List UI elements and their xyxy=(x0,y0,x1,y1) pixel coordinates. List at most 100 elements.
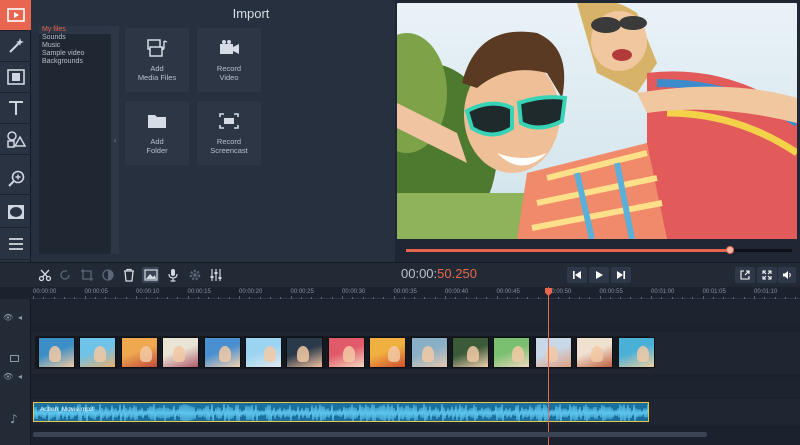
audio-clip[interactable]: Action_Movie.mp3 xyxy=(33,402,649,422)
video-clip-thumbnail[interactable] xyxy=(120,337,158,368)
ruler-tick xyxy=(434,297,436,299)
video-clip-thumbnail[interactable] xyxy=(162,337,200,368)
ruler-tick xyxy=(342,296,343,299)
audio-waveform xyxy=(34,404,648,421)
list-item-sample-video[interactable]: Sample video xyxy=(39,50,111,58)
video-clip-thumbnail[interactable] xyxy=(79,337,117,368)
eye-icon[interactable]: 👁 xyxy=(3,313,13,322)
rotate-button[interactable] xyxy=(56,267,73,283)
video-clip-thumbnail[interactable] xyxy=(327,337,365,368)
add-media-files-button[interactable]: Add Media Files xyxy=(125,28,189,92)
ruler-tick xyxy=(784,297,786,299)
record-audio-button[interactable] xyxy=(164,267,181,283)
collapse-list-handle[interactable]: ‹ xyxy=(111,26,119,254)
thumbnail-figure xyxy=(636,346,649,362)
list-item-my-files[interactable]: My files xyxy=(39,26,111,34)
video-preview[interactable] xyxy=(397,3,797,239)
equalizer-button[interactable] xyxy=(207,267,224,283)
record-video-button[interactable]: Record Video xyxy=(197,28,261,92)
preview-frame-image xyxy=(397,3,797,239)
stickers-tab-button[interactable] xyxy=(0,124,31,155)
ruler-tick xyxy=(239,296,240,299)
microphone-icon xyxy=(167,269,178,282)
timeline-horizontal-scrollbar[interactable] xyxy=(33,432,707,437)
clip-properties-button[interactable] xyxy=(142,267,159,283)
playhead[interactable] xyxy=(548,287,549,445)
video-clip-thumbnail[interactable] xyxy=(38,337,75,368)
ruler-tick xyxy=(33,296,34,299)
video-clip-thumbnail[interactable] xyxy=(493,337,531,368)
next-frame-button[interactable] xyxy=(611,267,631,283)
ruler-tick xyxy=(300,297,302,299)
image-icon xyxy=(143,269,158,281)
video-clip-thumbnail[interactable] xyxy=(410,337,448,368)
ruler-tick xyxy=(795,297,797,299)
cut-button[interactable] xyxy=(36,267,53,283)
list-item-music[interactable]: Music xyxy=(39,42,111,50)
zoom-tab-button[interactable] xyxy=(0,164,31,195)
ruler-label: 00:00:15 xyxy=(187,289,211,295)
thumbnail-figure xyxy=(388,346,401,362)
record-screencast-button[interactable]: Record Screencast xyxy=(197,101,261,165)
titles-tab-button[interactable] xyxy=(0,93,31,124)
ruler-tick xyxy=(177,297,179,299)
detach-preview-button[interactable] xyxy=(735,267,755,283)
ruler-tick xyxy=(228,297,230,299)
add-folder-button[interactable]: Add Folder xyxy=(125,101,189,165)
ruler-label: 00:00:25 xyxy=(290,289,314,295)
time-ruler[interactable]: 00:00:00 00:00:05 00:00:10 00:00:15 00:00:20… xyxy=(31,287,800,299)
ruler-tick xyxy=(53,297,55,299)
play-button[interactable] xyxy=(589,267,609,283)
ruler-tick xyxy=(692,297,694,299)
filters-tab-button[interactable] xyxy=(0,31,31,62)
overlay-track[interactable] xyxy=(31,300,800,325)
import-tab-button[interactable] xyxy=(0,0,31,31)
speaker-icon[interactable]: ◂ xyxy=(18,372,22,381)
fullscreen-button[interactable] xyxy=(757,267,777,283)
folder-icon xyxy=(148,115,166,128)
zoom-icon xyxy=(7,170,24,187)
video-clip-thumbnail[interactable] xyxy=(203,337,241,368)
editing-toolbar: 00:00:50.250 xyxy=(0,262,800,287)
volume-button[interactable] xyxy=(778,267,796,283)
trash-icon xyxy=(123,268,134,282)
ruler-tick xyxy=(445,296,446,299)
thumbnail-figure xyxy=(218,346,231,362)
ruler-tick xyxy=(609,297,611,299)
speaker-icon[interactable]: ◂ xyxy=(18,313,22,322)
ruler-tick xyxy=(754,296,755,299)
ruler-tick xyxy=(105,297,107,299)
video-clip-strip xyxy=(35,336,655,369)
delete-button[interactable] xyxy=(120,267,137,283)
video-clip-thumbnail[interactable] xyxy=(286,337,324,368)
settings-button[interactable] xyxy=(186,267,203,283)
seek-handle[interactable] xyxy=(726,246,735,254)
color-adjust-button[interactable] xyxy=(99,267,116,283)
fullscreen-icon xyxy=(762,270,772,280)
eye-icon[interactable]: 👁 xyxy=(3,372,13,381)
transitions-tab-button[interactable] xyxy=(0,62,31,93)
list-item-backgrounds[interactable]: Backgrounds xyxy=(39,58,111,66)
crop-button[interactable] xyxy=(78,267,95,283)
video-clip-thumbnail[interactable] xyxy=(576,337,614,368)
audio-clip-label: Action_Movie.mp3 xyxy=(40,406,94,413)
vignette-tab-button[interactable] xyxy=(0,197,31,228)
ruler-tick xyxy=(578,297,580,299)
video-clip-thumbnail[interactable] xyxy=(245,337,282,368)
video-clip-thumbnail[interactable] xyxy=(452,337,489,368)
record-video-label: Record Video xyxy=(216,64,242,82)
current-timecode: 00:00:50.250 xyxy=(401,266,477,281)
list-item-sounds[interactable]: Sounds xyxy=(39,34,111,42)
video-clip-thumbnail[interactable] xyxy=(369,337,407,368)
ruler-tick xyxy=(630,297,632,299)
preview-seek-bar[interactable] xyxy=(406,246,792,254)
ruler-tick xyxy=(393,296,395,299)
ruler-tick xyxy=(712,297,714,299)
video-clip-thumbnail[interactable] xyxy=(534,337,572,368)
previous-frame-button[interactable] xyxy=(567,267,587,283)
ruler-label: 00:00:00 xyxy=(33,289,57,295)
ruler-tick xyxy=(517,297,519,299)
more-tools-button[interactable] xyxy=(0,229,31,260)
video-clip-thumbnail[interactable] xyxy=(617,337,655,368)
empty-track[interactable] xyxy=(31,379,800,397)
